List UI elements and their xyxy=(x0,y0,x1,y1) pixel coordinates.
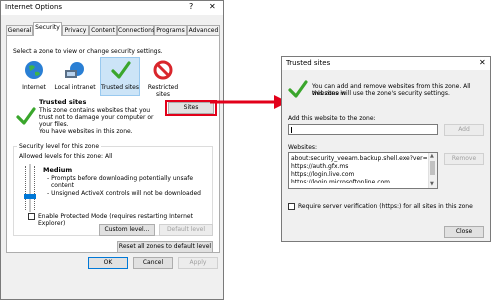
globe-icon xyxy=(25,61,43,79)
zone-label-internet: Internet xyxy=(22,84,46,91)
dialog-title: Internet Options xyxy=(5,3,63,11)
slider-track xyxy=(29,164,31,212)
level-bullet-2: - Unsigned ActiveX controls will not be … xyxy=(47,190,201,197)
ok-button[interactable]: OK xyxy=(88,257,128,269)
apply-button[interactable]: Apply xyxy=(178,257,218,269)
remove-button[interactable]: Remove xyxy=(444,153,484,165)
website-item[interactable]: https://auth.gfx.ms xyxy=(291,163,427,171)
checkmark-icon xyxy=(111,61,131,79)
zone-local-intranet[interactable]: Local intranet xyxy=(53,58,97,94)
websites-scrollbar[interactable]: ▲ ▼ xyxy=(428,153,437,188)
level-bullet-1b: content xyxy=(51,182,74,189)
tab-connections[interactable]: Connections xyxy=(117,25,155,35)
website-item[interactable]: https://login.live.com xyxy=(291,171,427,179)
restricted-icon xyxy=(153,60,173,80)
zone-description-3: your files. xyxy=(39,121,69,128)
trusted-close-button[interactable]: ✕ xyxy=(479,58,486,68)
reset-all-zones-button[interactable]: Reset all zones to default level xyxy=(117,241,213,253)
require-https-label: Require server verification (https:) for… xyxy=(298,203,473,210)
trusted-check-icon xyxy=(16,107,36,125)
trusted-dialog-title: Trusted sites xyxy=(286,59,331,67)
scroll-down-icon[interactable]: ▼ xyxy=(430,182,434,187)
security-level-title: Security level for this zone xyxy=(17,143,102,150)
sites-button[interactable]: Sites xyxy=(168,102,214,114)
tab-advanced[interactable]: Advanced xyxy=(187,25,220,35)
zone-label-trusted-sites: Trusted sites xyxy=(101,84,139,91)
tab-security[interactable]: Security xyxy=(33,22,62,36)
scroll-up-icon[interactable]: ▲ xyxy=(430,154,434,159)
zone-description-1: This zone contains websites that you xyxy=(39,107,151,114)
zone-label-local-intranet: Local intranet xyxy=(54,84,96,91)
custom-level-button[interactable]: Custom level... xyxy=(99,224,155,236)
default-level-button[interactable]: Default level xyxy=(159,224,213,236)
tab-general[interactable]: General xyxy=(6,25,33,35)
tab-programs[interactable]: Programs xyxy=(154,25,187,35)
help-button[interactable]: ? xyxy=(189,2,193,12)
trusted-sites-dialog: Trusted sites ✕ You can add and remove w… xyxy=(281,56,491,242)
zone-restricted-sites[interactable]: Restricted sites xyxy=(143,58,183,98)
text-cursor xyxy=(291,127,292,133)
website-item[interactable]: about:security_veeam.backup.shell.exe?ve… xyxy=(291,155,427,163)
add-button[interactable]: Add xyxy=(444,124,484,136)
info-text-2: this zone will use the zone's security s… xyxy=(312,90,450,97)
level-name: Medium xyxy=(43,166,73,174)
zone-description-4: You have websites in this zone. xyxy=(39,128,133,135)
zone-description-2: trust not to damage your computer or xyxy=(39,114,154,121)
tab-privacy[interactable]: Privacy xyxy=(62,25,89,35)
add-website-input[interactable] xyxy=(288,124,438,135)
info-check-icon xyxy=(288,80,308,98)
local-intranet-icon xyxy=(65,62,84,78)
zone-prompt: Select a zone to view or change security… xyxy=(13,48,163,55)
close-button[interactable]: ✕ xyxy=(209,2,216,12)
cancel-button[interactable]: Cancel xyxy=(133,257,173,269)
trusted-title-bar: Trusted sites ✕ xyxy=(282,57,490,70)
scrollbar-thumb[interactable] xyxy=(430,161,435,175)
allowed-levels: Allowed levels for this zone: All xyxy=(19,153,113,160)
security-panel: Select a zone to view or change security… xyxy=(6,35,220,253)
zone-trusted-sites[interactable]: Trusted sites xyxy=(100,57,140,96)
websites-label: Websites: xyxy=(288,144,318,151)
website-item[interactable]: https://login.microsoftonline.com xyxy=(291,179,427,183)
slider-thumb[interactable] xyxy=(24,194,36,199)
title-bar: Internet Options ? ✕ xyxy=(1,1,223,15)
zone-label-restricted-sites: Restricted sites xyxy=(147,84,179,98)
level-bullet-1: - Prompts before downloading potentially… xyxy=(47,175,194,182)
security-level-slider[interactable] xyxy=(23,164,37,212)
websites-list-items: about:security_veeam.backup.shell.exe?ve… xyxy=(291,155,427,183)
internet-options-dialog: Internet Options ? ✕ General Security Pr… xyxy=(0,0,224,300)
add-label: Add this website to the zone: xyxy=(288,115,376,122)
websites-list[interactable]: about:security_veeam.backup.shell.exe?ve… xyxy=(288,152,438,189)
trusted-close-bottom-button[interactable]: Close xyxy=(444,226,484,238)
zone-internet[interactable]: Internet xyxy=(17,58,51,94)
require-https-checkbox[interactable] xyxy=(288,203,295,210)
tab-content[interactable]: Content xyxy=(89,25,117,35)
zone-name: Trusted sites xyxy=(39,98,87,106)
red-arrow xyxy=(210,95,288,109)
protected-mode-checkbox[interactable] xyxy=(28,213,35,220)
